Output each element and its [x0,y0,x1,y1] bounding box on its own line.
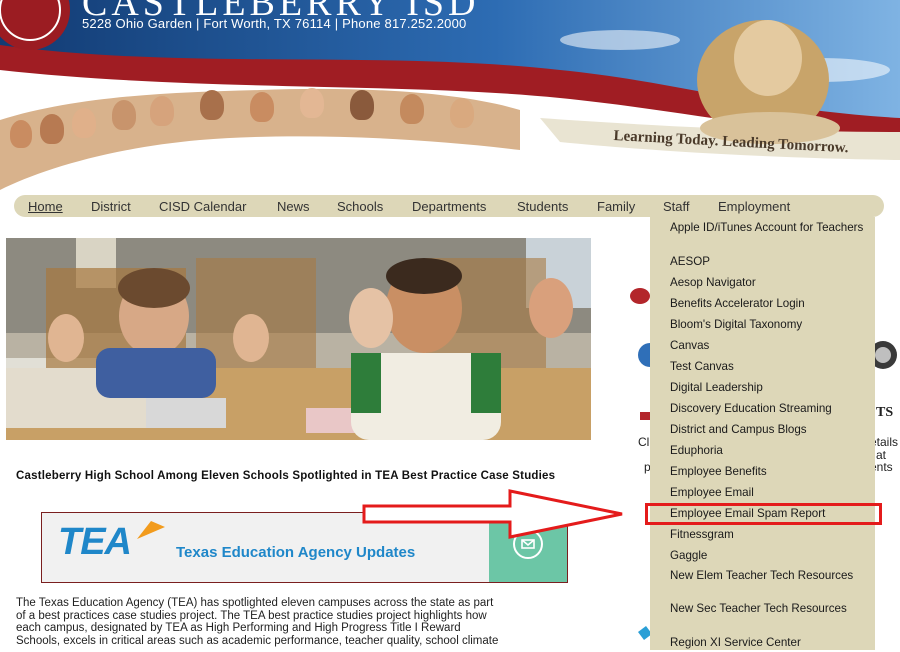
nav-news[interactable]: News [277,199,310,214]
tea-logo-mark-icon [137,521,165,539]
student-photo-2 [40,114,64,144]
nav-family[interactable]: Family [597,199,635,214]
school-address: 5228 Ohio Garden | Fort Worth, TX 76114 … [82,16,467,31]
menu-item-test-canvas[interactable]: Test Canvas [670,360,870,374]
menu-item-employee-benefits[interactable]: Employee Benefits [670,465,870,479]
menu-item-employee-email[interactable]: Employee Email [670,486,870,500]
student-photo-10 [400,94,424,124]
student-photo-1 [10,120,32,148]
menu-item-aesop-navigator[interactable]: Aesop Navigator [670,276,870,290]
student-photo-5 [150,96,174,126]
nav-cisd-calendar[interactable]: CISD Calendar [159,199,246,214]
main-nav: Home District CISD Calendar News Schools… [14,195,884,217]
menu-item-new-elem-teacher[interactable]: New Elem Teacher Tech Resources [670,569,870,583]
menu-item-benefits-accelerator[interactable]: Benefits Accelerator Login [670,297,870,311]
article-body-line: Schools, excels in critical areas such a… [16,634,499,647]
article-body-line: The Texas Education Agency (TEA) has spo… [16,597,494,609]
menu-item-new-sec-teacher[interactable]: New Sec Teacher Tech Resources [670,602,870,616]
menu-item-gaggle[interactable]: Gaggle [670,549,870,563]
sidebar-heading-fragment: TS [876,405,894,420]
sidebar-text-fragment: Cl [638,435,650,449]
nav-staff[interactable]: Staff [663,199,690,214]
tea-logo: TEA [58,521,132,563]
staff-dropdown-menu: Apple ID/iTunes Account for Teachers AES… [650,217,875,650]
student-photo-11 [450,98,474,128]
nav-employment[interactable]: Employment [718,199,790,214]
featured-photo [6,238,591,440]
nav-students[interactable]: Students [517,199,568,214]
student-photo-3 [72,108,96,138]
nav-home[interactable]: Home [28,199,63,214]
article-body-line: of a best practices case studies project… [16,609,487,622]
student-photo-9 [350,90,374,120]
article-headline[interactable]: Castleberry High School Among Eleven Sch… [16,470,596,483]
menu-item-district-blogs[interactable]: District and Campus Blogs [670,423,870,437]
header-banner: CASTLEBERRY ISD 5228 Ohio Garden | Fort … [0,0,900,195]
menu-item-blooms-taxonomy[interactable]: Bloom's Digital Taxonomy [670,318,870,332]
menu-item-canvas[interactable]: Canvas [670,339,870,353]
nav-district[interactable]: District [91,199,131,214]
menu-item-eduphoria[interactable]: Eduphoria [670,444,870,458]
student-photo-6 [200,90,224,120]
menu-item-aesop[interactable]: AESOP [670,255,870,269]
nav-departments[interactable]: Departments [412,199,486,214]
annotation-highlight-box [645,503,882,525]
menu-item-digital-leadership[interactable]: Digital Leadership [670,381,870,395]
menu-item-fitnessgram[interactable]: Fitnessgram [670,528,870,542]
annotation-arrow-icon [362,489,623,539]
menu-item-apple-id[interactable]: Apple ID/iTunes Account for Teachers [670,221,870,235]
classroom-photo [6,238,591,440]
menu-item-discovery-education[interactable]: Discovery Education Streaming [670,402,870,416]
menu-item-region-xi[interactable]: Region XI Service Center [670,636,870,650]
student-photo-4 [112,100,136,130]
student-photo-7 [250,92,274,122]
article-body: The Texas Education Agency (TEA) has spo… [16,597,596,647]
student-photo-8 [300,88,324,118]
article-body-line: each campus, designated by TEA as High P… [16,622,461,634]
nav-schools[interactable]: Schools [337,199,383,214]
